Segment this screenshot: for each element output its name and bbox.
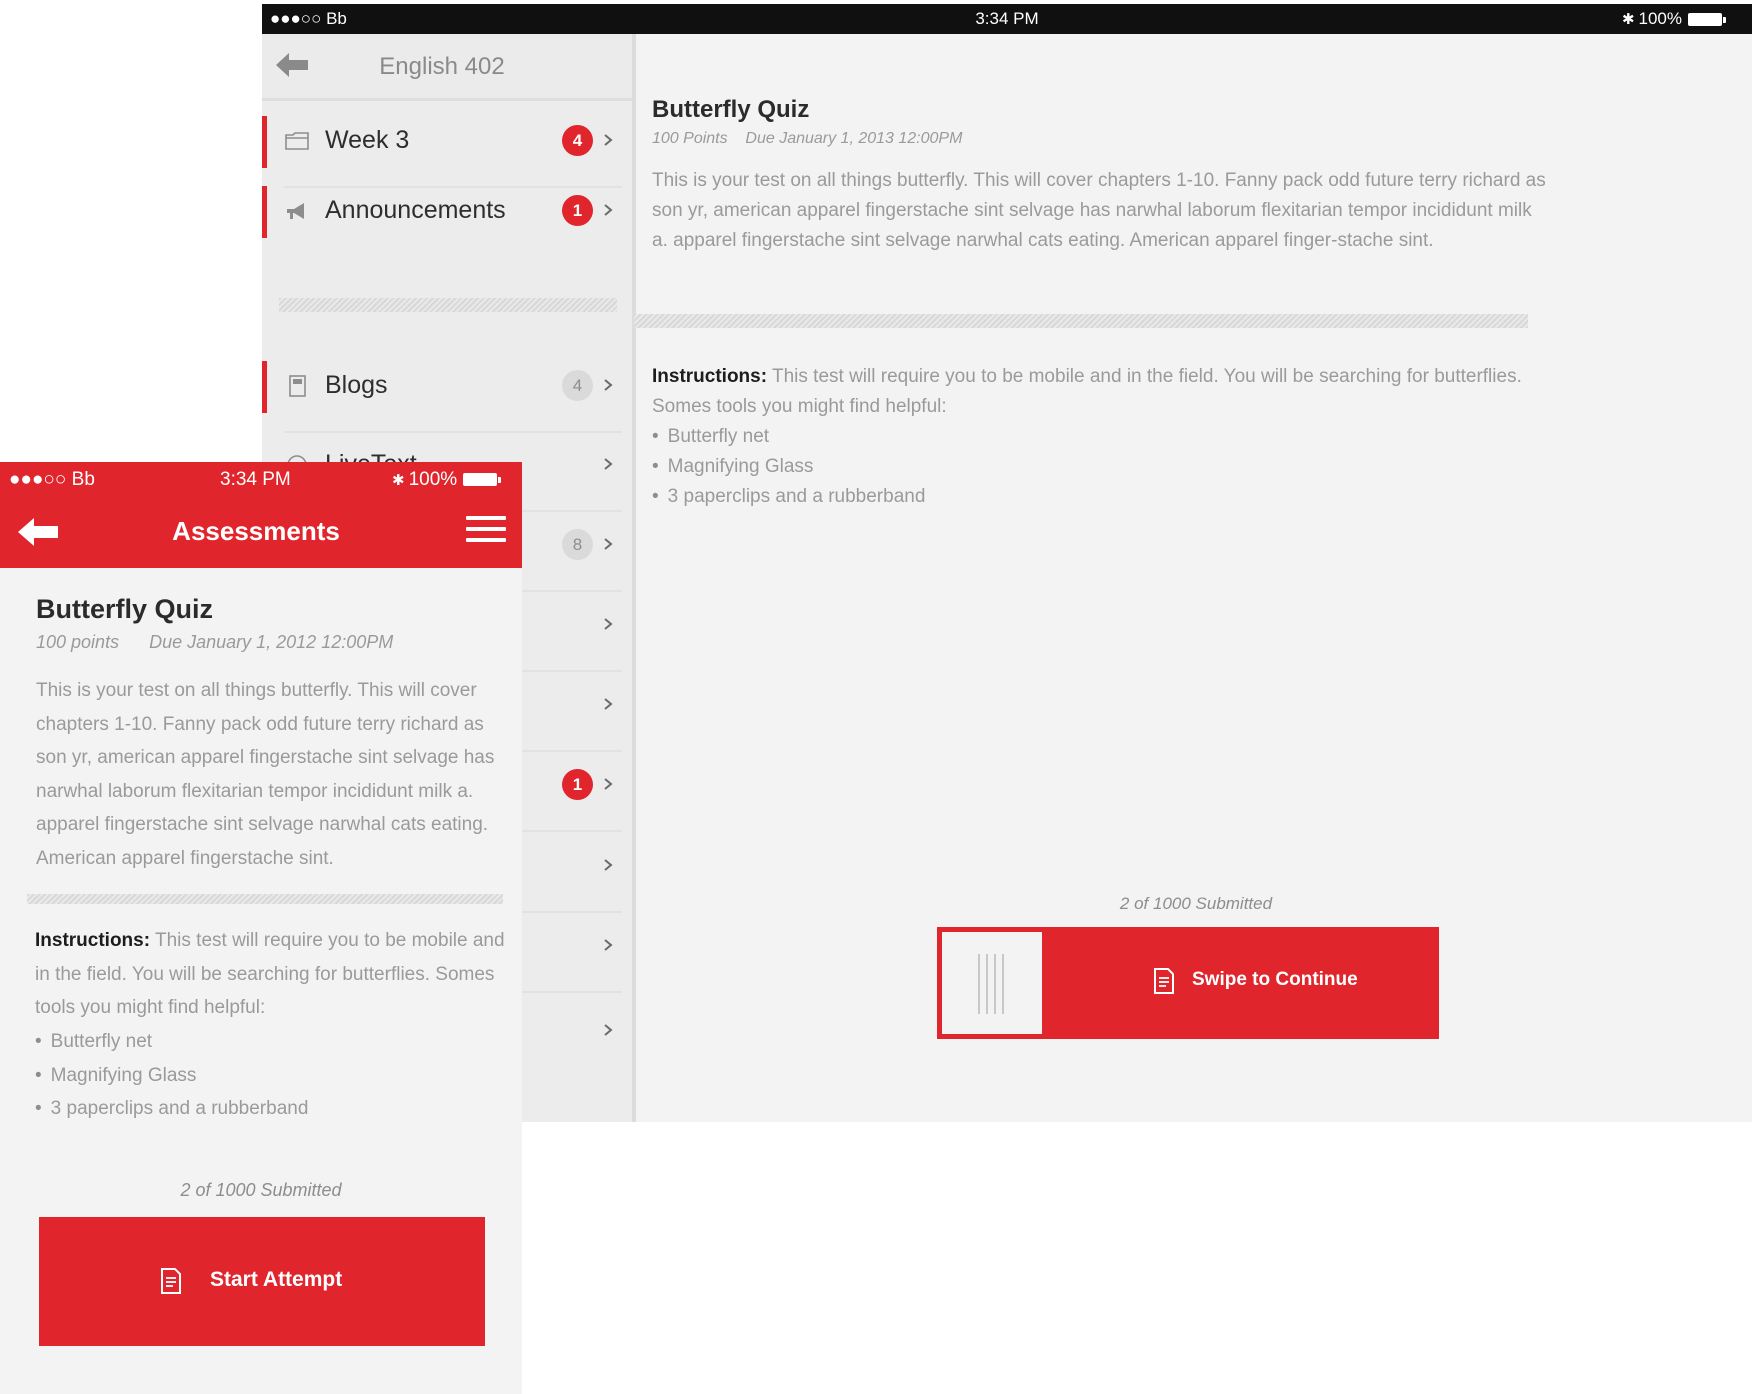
- tools-list: Butterfly net Magnifying Glass 3 papercl…: [652, 422, 926, 512]
- bluetooth-icon: ✱: [392, 472, 405, 489]
- list-item: 3 paperclips and a rubberband: [35, 1092, 309, 1126]
- blog-icon: [289, 375, 306, 397]
- hamburger-menu-icon[interactable]: [466, 516, 506, 544]
- tools-list: Butterfly net Magnifying Glass 3 papercl…: [35, 1025, 309, 1126]
- chevron-right-icon: [604, 204, 613, 216]
- section-divider: [279, 298, 617, 312]
- status-time: 3:34 PM: [975, 9, 1039, 28]
- chevron-right-icon: [604, 859, 613, 871]
- megaphone-icon: [287, 203, 304, 219]
- phone-status-bar: ●●●○○ Bb 3:34 PM ✱ 100%: [0, 462, 522, 494]
- battery-percent: 100%: [408, 469, 458, 490]
- quiz-meta: 100 points Due January 1, 2012 12:00PM: [36, 632, 393, 653]
- content-divider: [634, 314, 1528, 328]
- carrier-signal: ●●●○○ Bb: [9, 469, 95, 490]
- battery-icon: [1688, 13, 1726, 27]
- sidebar-item-label: Blogs: [325, 371, 388, 399]
- instructions-label: Instructions:: [35, 930, 151, 951]
- status-time: 3:34 PM: [220, 469, 291, 490]
- chevron-right-icon: [604, 458, 613, 470]
- list-item: Butterfly net: [35, 1025, 308, 1059]
- sidebar-item-announcements[interactable]: Announcements 1: [262, 180, 632, 258]
- quiz-due-date: Due January 1, 2013 12:00PM: [745, 130, 963, 147]
- folder-icon: [285, 132, 309, 150]
- sidebar-item-blogs[interactable]: Blogs 4: [262, 355, 632, 433]
- chevron-right-icon: [604, 538, 613, 550]
- quiz-points: 100 points: [36, 632, 120, 652]
- start-attempt-label: Start Attempt: [210, 1268, 343, 1291]
- phone-nav-bar: Assessments: [0, 494, 522, 568]
- bluetooth-icon: ✱: [1621, 11, 1635, 28]
- instructions-label: Instructions:: [652, 366, 768, 387]
- swipe-handle[interactable]: [942, 932, 1042, 1034]
- phone-screen: ●●●○○ Bb 3:34 PM ✱ 100% Assessments Butte…: [0, 462, 522, 1394]
- document-icon: [1154, 968, 1174, 994]
- unread-accent: [262, 361, 267, 413]
- quiz-title: Butterfly Quiz: [652, 96, 810, 123]
- battery-icon: [463, 473, 502, 487]
- sidebar-item-label: Week 3: [325, 126, 410, 154]
- chevron-right-icon: [604, 1024, 613, 1036]
- content-divider: [27, 894, 503, 904]
- quiz-instructions: Instructions: This test will require you…: [35, 924, 505, 1025]
- list-item: Butterfly net: [652, 422, 925, 452]
- row-divider: [284, 431, 622, 433]
- list-item: Magnifying Glass: [652, 452, 925, 482]
- count-badge: 4: [562, 125, 593, 156]
- quiz-points: 100 Points: [652, 130, 728, 147]
- swipe-label: Swipe to Continue: [1192, 969, 1358, 990]
- chevron-right-icon: [604, 379, 613, 391]
- swipe-to-continue-slider[interactable]: Swipe to Continue: [937, 927, 1439, 1039]
- chevron-right-icon: [604, 778, 613, 790]
- submission-count: 2 of 1000 Submitted: [1119, 894, 1273, 913]
- unread-accent: [262, 186, 267, 238]
- battery-status: ✱ 100%: [1621, 9, 1726, 29]
- document-icon: [161, 1268, 181, 1294]
- submission-count: 2 of 1000 Submitted: [180, 1180, 342, 1200]
- chevron-right-icon: [604, 939, 613, 951]
- quiz-title: Butterfly Quiz: [36, 594, 214, 624]
- battery-percent: 100%: [1638, 9, 1682, 28]
- battery-status: ✱ 100%: [392, 469, 502, 491]
- quiz-description: This is your test on all things butterfl…: [36, 680, 495, 869]
- count-badge: 4: [562, 370, 593, 401]
- count-badge: 1: [562, 195, 593, 226]
- list-item: Magnifying Glass: [35, 1059, 308, 1093]
- start-attempt-button[interactable]: Start Attempt: [39, 1217, 485, 1346]
- page-title: Assessments: [172, 516, 340, 546]
- tablet-status-bar: ●●●○○ Bb 3:34 PM ✱ 100%: [262, 4, 1752, 34]
- chevron-right-icon: [604, 618, 613, 630]
- chevron-right-icon: [604, 134, 613, 146]
- quiz-due-date: Due January 1, 2012 12:00PM: [149, 632, 394, 652]
- list-item: 3 paperclips and a rubberband: [652, 482, 926, 512]
- unread-accent: [262, 116, 267, 168]
- quiz-instructions: Instructions: This test will require you…: [652, 362, 1552, 422]
- quiz-meta: 100 Points Due January 1, 2013 12:00PM: [652, 130, 962, 148]
- quiz-description: This is your test on all things butterfl…: [652, 170, 1546, 251]
- instructions-text: This test will require you to be mobile …: [652, 366, 1522, 417]
- sidebar-header: English 402: [262, 34, 632, 101]
- chevron-right-icon: [604, 698, 613, 710]
- sidebar-item-week-3[interactable]: Week 3 4: [262, 110, 632, 188]
- count-badge: 8: [562, 529, 593, 560]
- course-title: English 402: [379, 53, 505, 80]
- count-badge: 1: [562, 769, 593, 800]
- sidebar-item-label: Announcements: [325, 196, 506, 224]
